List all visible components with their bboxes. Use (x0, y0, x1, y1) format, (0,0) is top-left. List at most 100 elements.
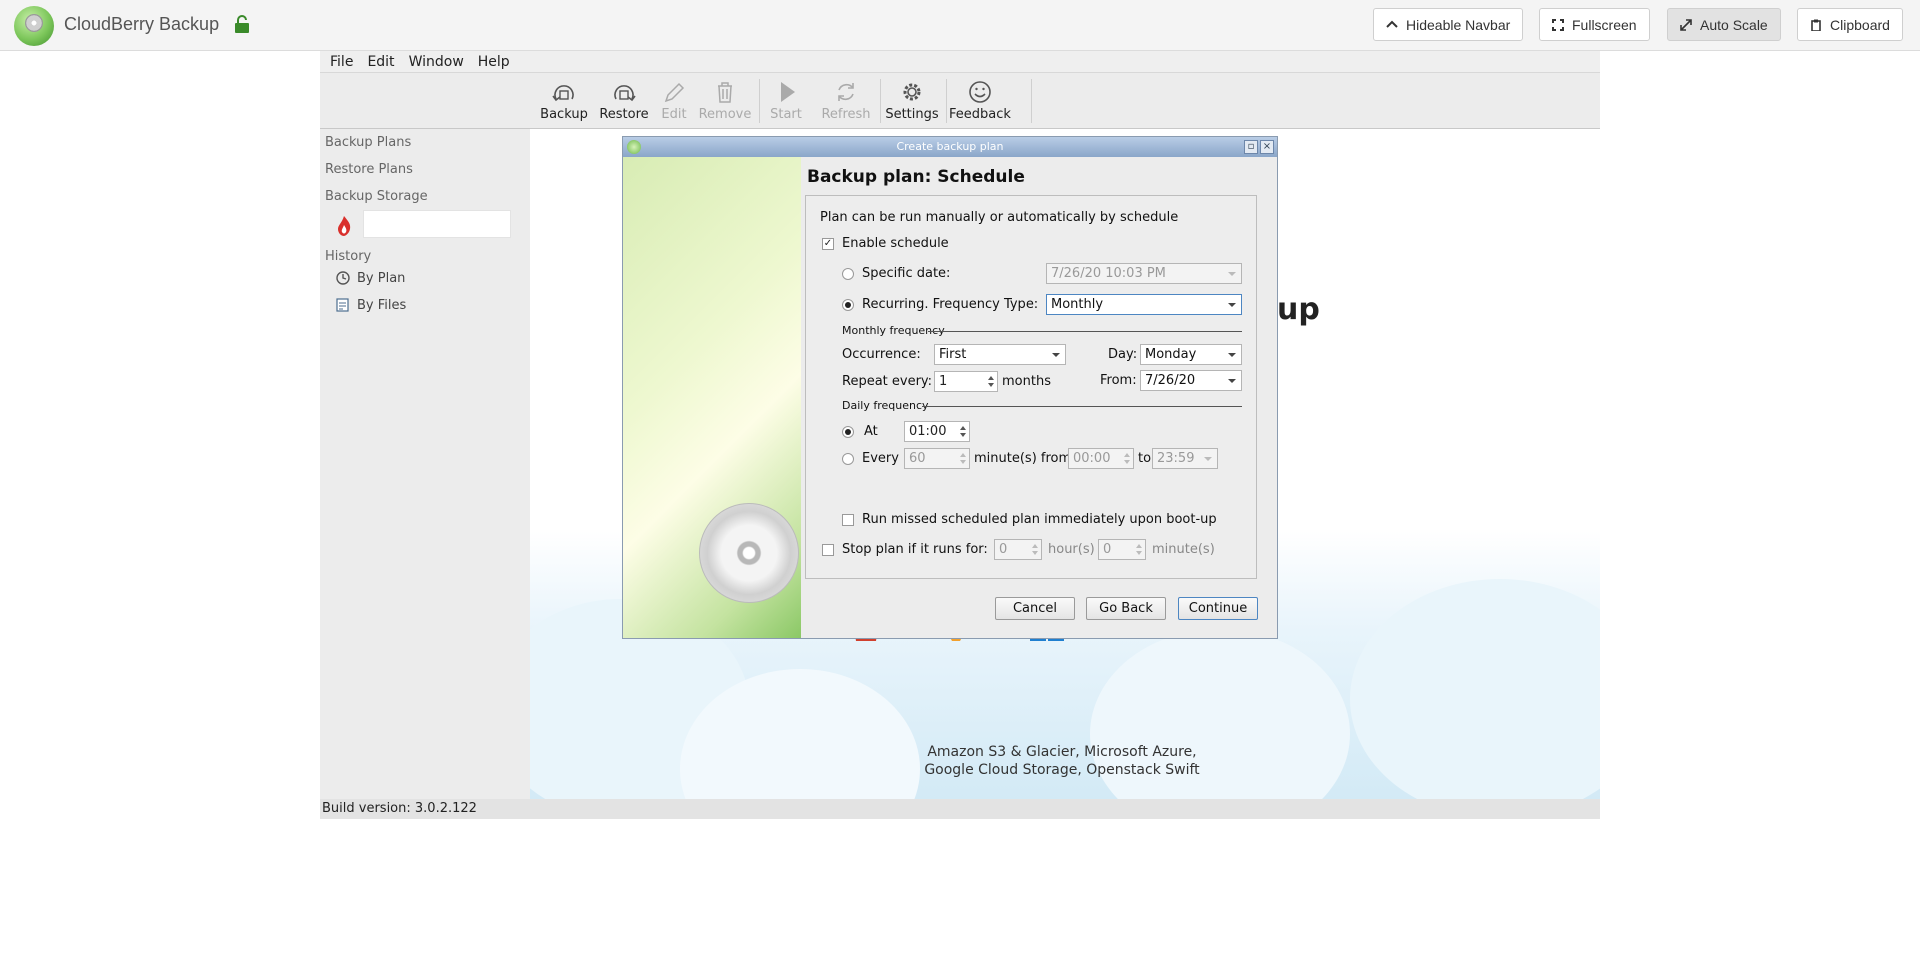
maximize-icon[interactable]: ▫ (1244, 140, 1258, 154)
daily-frequency-label: Daily frequency (842, 399, 929, 412)
spin-up-icon[interactable] (1032, 544, 1038, 548)
repeat-every-label: Repeat every: (842, 374, 933, 389)
enable-schedule-checkbox[interactable]: ✓ (822, 238, 834, 250)
run-missed-label: Run missed scheduled plan immediately up… (862, 512, 1217, 527)
spin-up-icon[interactable] (988, 376, 994, 380)
stop-plan-checkbox[interactable] (822, 544, 834, 556)
refresh-icon (838, 83, 854, 101)
storage-flame-icon[interactable] (336, 215, 352, 237)
occurrence-value: First (939, 347, 967, 362)
chevron-down-icon (1228, 303, 1236, 307)
at-label: At (864, 424, 878, 439)
stop-hours-spinner[interactable]: 0 (994, 539, 1042, 560)
spin-down-icon[interactable] (988, 383, 994, 387)
spin-down-icon[interactable] (1032, 551, 1038, 555)
fullscreen-label: Fullscreen (1572, 16, 1637, 33)
auto-scale-label: Auto Scale (1700, 16, 1768, 33)
day-select[interactable]: Monday (1140, 344, 1242, 365)
clipboard-button[interactable]: Clipboard (1797, 8, 1903, 41)
at-time-value: 01:00 (909, 424, 947, 439)
sidebar-backup-plans[interactable]: Backup Plans (325, 135, 411, 150)
cancel-button[interactable]: Cancel (995, 597, 1075, 620)
repeat-every-value: 1 (939, 374, 948, 389)
from-time-value: 00:00 (1073, 451, 1111, 466)
menu-window[interactable]: Window (409, 54, 464, 70)
from-time-spinner[interactable]: 00:00 (1068, 448, 1134, 469)
hideable-navbar-button[interactable]: Hideable Navbar (1373, 8, 1524, 41)
sidebar-backup-storage[interactable]: Backup Storage (325, 189, 428, 204)
spin-up-icon[interactable] (960, 453, 966, 457)
from-date-picker[interactable]: 7/26/20 (1140, 370, 1242, 391)
storage-account-field[interactable] (363, 210, 511, 238)
chevron-down-icon (1204, 457, 1212, 461)
remove-label: Remove (698, 107, 752, 122)
continue-button[interactable]: Continue (1178, 597, 1258, 620)
at-time-radio[interactable] (842, 426, 854, 438)
spin-down-icon[interactable] (1124, 460, 1130, 464)
spin-up-icon[interactable] (960, 426, 966, 430)
auto-scale-button[interactable]: Auto Scale (1667, 8, 1781, 41)
status-bar: Build version: 3.0.2.122 (320, 799, 1600, 819)
specific-date-radio[interactable] (842, 268, 854, 280)
dialog-title: Create backup plan (896, 140, 1004, 153)
unlocked-padlock-icon[interactable] (234, 15, 250, 33)
spin-down-icon[interactable] (1136, 551, 1142, 555)
spin-down-icon[interactable] (960, 460, 966, 464)
every-radio[interactable] (842, 453, 854, 465)
feedback-label: Feedback (949, 107, 1011, 122)
disc-illustration-icon (699, 503, 799, 603)
sidebar-item-by-files[interactable]: By Files (335, 297, 406, 313)
build-version: Build version: 3.0.2.122 (322, 801, 477, 816)
feedback-button[interactable]: Feedback (948, 77, 1012, 125)
close-icon[interactable]: × (1260, 140, 1274, 154)
sidebar-item-by-plan[interactable]: By Plan (335, 270, 405, 286)
from-date-value: 7/26/20 (1145, 373, 1196, 388)
menu-help[interactable]: Help (478, 54, 510, 70)
stop-minutes-spinner[interactable]: 0 (1098, 539, 1146, 560)
go-back-button[interactable]: Go Back (1086, 597, 1166, 620)
menu-bar: File Edit Window Help (320, 51, 1600, 73)
start-button[interactable]: Start (758, 77, 814, 125)
run-missed-checkbox[interactable] (842, 514, 854, 526)
menu-file[interactable]: File (330, 54, 353, 70)
stop-hours-value: 0 (999, 542, 1008, 557)
frequency-type-select[interactable]: Monthly (1046, 294, 1242, 315)
restore-button[interactable]: Restore (596, 77, 652, 125)
to-time-value: 23:59 (1157, 451, 1195, 466)
occurrence-label: Occurrence: (842, 347, 921, 362)
recurring-radio[interactable] (842, 299, 854, 311)
specific-date-picker[interactable]: 7/26/20 10:03 PM (1046, 263, 1242, 284)
fullscreen-icon (1552, 18, 1564, 31)
spin-up-icon[interactable] (1136, 544, 1142, 548)
background-cloud (1350, 579, 1600, 799)
to-time-select[interactable]: 23:59 (1152, 448, 1218, 469)
chevron-down-icon (1228, 272, 1236, 276)
clipboard-icon (1811, 19, 1821, 31)
fullscreen-button[interactable]: Fullscreen (1539, 8, 1650, 41)
refresh-button[interactable]: Refresh (818, 77, 874, 125)
backup-button[interactable]: Backup (536, 77, 592, 125)
edit-label: Edit (661, 107, 687, 122)
top-navbar: CloudBerry Backup Hideable Navbar Fullsc… (0, 0, 1920, 51)
remove-button[interactable]: Remove (697, 77, 753, 125)
create-backup-plan-dialog: Create backup plan ▫ × Backup plan: Sche… (622, 136, 1278, 639)
toolbar-separator (946, 79, 947, 123)
pencil-icon (664, 82, 685, 103)
settings-button[interactable]: Settings (884, 77, 940, 125)
welcome-title-fragment: up (1277, 292, 1320, 327)
caption-line-2: Google Cloud Storage, Openstack Swift (924, 762, 1200, 778)
clipboard-label: Clipboard (1830, 16, 1890, 33)
edit-button[interactable]: Edit (646, 77, 702, 125)
at-time-spinner[interactable]: 01:00 (904, 421, 970, 442)
spin-down-icon[interactable] (960, 433, 966, 437)
enable-schedule-label: Enable schedule (842, 236, 949, 251)
chevron-up-icon (1386, 20, 1398, 28)
every-minutes-spinner[interactable]: 60 (904, 448, 970, 469)
spin-up-icon[interactable] (1124, 453, 1130, 457)
sidebar-restore-plans[interactable]: Restore Plans (325, 162, 413, 177)
menu-edit[interactable]: Edit (367, 54, 394, 70)
by-plan-label: By Plan (357, 270, 406, 286)
start-label: Start (770, 107, 802, 122)
occurrence-select[interactable]: First (934, 344, 1066, 365)
repeat-every-spinner[interactable]: 1 (934, 371, 998, 392)
